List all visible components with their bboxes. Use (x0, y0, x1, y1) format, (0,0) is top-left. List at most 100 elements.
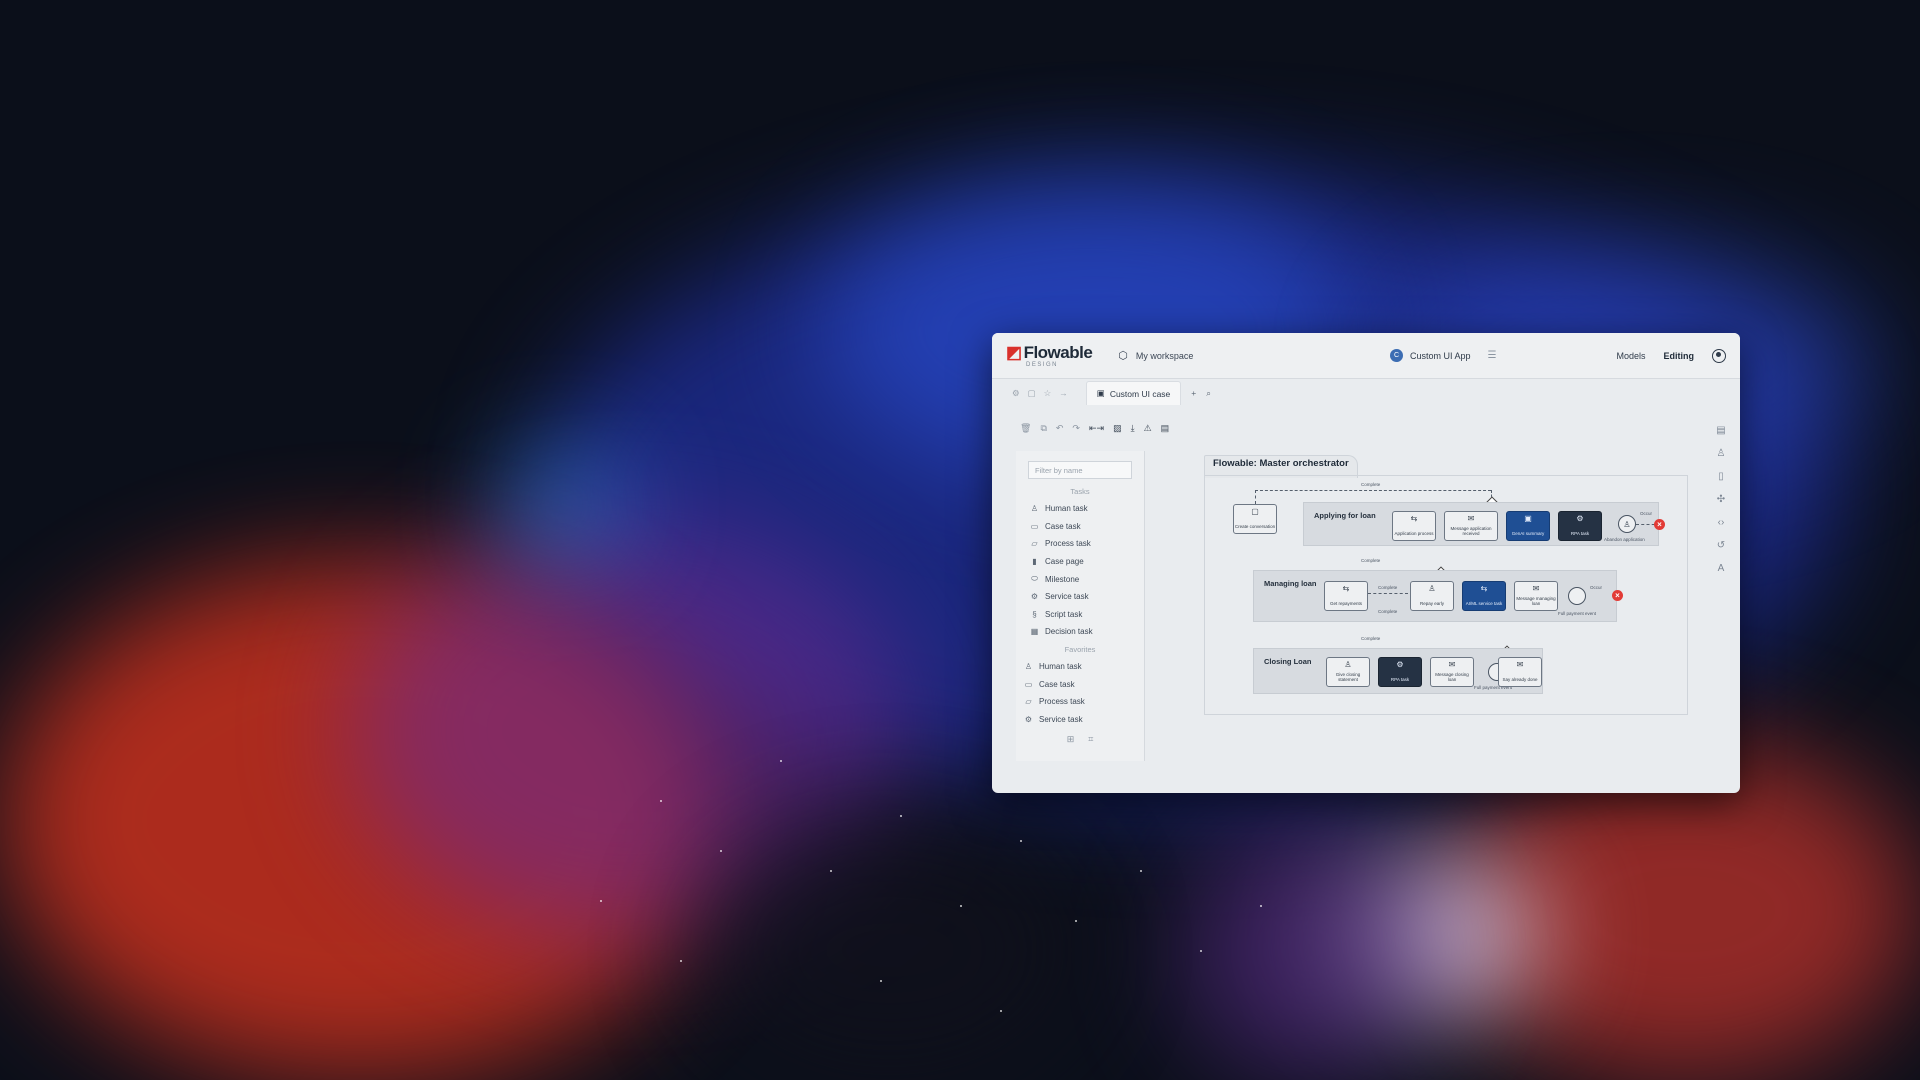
task-aiml-service-task[interactable]: ⇆ AI/ML service task (1462, 581, 1506, 611)
task-application-process[interactable]: ⇆ Application process (1392, 511, 1436, 541)
palette-item-case-page[interactable]: ▮ Case page (1016, 553, 1144, 571)
task-rpa-task-closing[interactable]: ⚙ RPA task (1378, 657, 1422, 687)
process-icon: ▱ (1025, 697, 1032, 707)
favorite-item-process-task[interactable]: ▱ Process task (1016, 693, 1144, 711)
ai-icon: ▣ (1524, 514, 1532, 523)
task-repay-early[interactable]: ♙ Repay early (1410, 581, 1454, 611)
palette-item-process-task[interactable]: ▱ Process task (1016, 535, 1144, 553)
process-icon: ⇆ (1342, 584, 1350, 593)
favorite-item-human-task[interactable]: ♙ Human task (1016, 658, 1144, 676)
person-icon: ♙ (1024, 662, 1033, 672)
favorites-list: ♙ Human task ▭ Case task ▱ Process task ⚙ Se… (1016, 658, 1144, 728)
arrow-icon[interactable]: → (1059, 388, 1068, 398)
properties-icon[interactable]: ▤ (1716, 425, 1725, 436)
tab-label: Custom UI case (1109, 388, 1171, 399)
exit-criterion-icon[interactable]: × (1612, 590, 1623, 601)
diagram-canvas[interactable]: Flowable: Master orchestrator ▢ Create c… (1204, 455, 1688, 715)
history-icon[interactable]: ↺ (1717, 540, 1725, 551)
app-selector[interactable]: C Custom UI App ☰ (1389, 349, 1497, 362)
workspace-selector[interactable]: ⬡ My workspace (1118, 349, 1193, 362)
task-genai-summary[interactable]: ▣ GenAI summary (1506, 511, 1550, 541)
properties-rail: ▤ ♙ ▯ ✣ ‹› ↺ A (1712, 425, 1730, 574)
stage-managing-loan[interactable]: Managing loan ⇆ Get repayments Complete ♙… (1253, 570, 1617, 622)
cube-icon: ⬡ (1118, 350, 1128, 362)
favorite-item-service-task[interactable]: ⚙ Service task (1016, 711, 1144, 729)
palette-item-human-task[interactable]: ♙ Human task (1016, 500, 1144, 518)
task-say-already-done[interactable]: ✉ Say already done (1498, 657, 1542, 687)
palette-item-milestone[interactable]: ⬭ Milestone (1016, 570, 1144, 588)
list-view-icon[interactable]: ⌗ (1088, 734, 1093, 745)
nav-editing[interactable]: Editing (1664, 351, 1695, 361)
warning-icon[interactable]: ⚠ (1144, 423, 1152, 434)
person-icon: ♙ (1030, 504, 1039, 514)
tab-toolbar-icons: ⚙ ▢ ☆ → (1012, 388, 1076, 399)
favorite-item-case-task[interactable]: ▭ Case task (1016, 675, 1144, 693)
add-tab-icon[interactable]: + (1191, 388, 1196, 398)
person-icon[interactable]: ♙ (1717, 448, 1726, 459)
ai-icon: ⇆ (1480, 584, 1488, 593)
nav-models[interactable]: Models (1616, 351, 1645, 361)
briefcase-icon: ▭ (1030, 521, 1039, 531)
task-get-repayments[interactable]: ⇆ Get repayments (1324, 581, 1368, 611)
event-label: Full payment event (1558, 611, 1597, 616)
event-label: Abandon application (1604, 537, 1645, 542)
json-icon[interactable]: ▤ (1161, 423, 1170, 434)
complete-label: Complete (1361, 482, 1381, 487)
connector (1255, 490, 1256, 504)
download-icon[interactable]: ⤓ (1131, 423, 1135, 434)
user-event-listener-icon[interactable]: ♙ (1618, 515, 1636, 533)
connector (1368, 593, 1408, 594)
undo-icon[interactable]: ↶ (1056, 423, 1064, 434)
palette-item-decision-task[interactable]: ▦ Decision task (1016, 623, 1144, 641)
stage-closing-loan[interactable]: Closing Loan ♙ Give closing statement ⚙ RP… (1253, 648, 1543, 694)
gear-icon[interactable]: ⚙ (1012, 388, 1020, 398)
workspace-label: My workspace (1135, 350, 1194, 361)
tasks-list: ♙ Human task ▭ Case task ▱ Process task ▮ Ca… (1016, 500, 1144, 641)
palette-item-script-task[interactable]: § Script task (1016, 606, 1144, 624)
timer-event-icon[interactable] (1568, 587, 1586, 605)
star-icon[interactable]: ☆ (1044, 388, 1052, 398)
document-icon[interactable]: ▢ (1028, 388, 1036, 398)
palette-footer: ⊞ ⌗ (1016, 734, 1144, 745)
occur-label: Occur (1640, 511, 1653, 516)
complete-label: Complete (1378, 609, 1398, 614)
table-icon: ▦ (1030, 627, 1039, 637)
palette-item-case-task[interactable]: ▭ Case task (1016, 518, 1144, 536)
palette-item-service-task[interactable]: ⚙ Service task (1016, 588, 1144, 606)
message-icon: ✉ (1467, 514, 1475, 523)
message-icon: ✉ (1516, 660, 1524, 669)
script-icon: § (1032, 609, 1037, 619)
task-message-managing-loan[interactable]: ✉ Message managing loan (1514, 581, 1558, 611)
robot-icon: ⚙ (1396, 660, 1404, 669)
create-conversation-task[interactable]: ▢ Create conversation (1233, 504, 1277, 534)
task-give-closing-statement[interactable]: ♙ Give closing statement (1326, 657, 1370, 687)
document-icon[interactable]: ▯ (1718, 471, 1724, 482)
redo-icon[interactable]: ↷ (1072, 423, 1080, 434)
text-icon[interactable]: A (1718, 563, 1725, 574)
flowable-logo[interactable]: ◩ Flowable DESIGN (1006, 344, 1093, 368)
image-icon[interactable]: ▨ (1113, 423, 1122, 434)
copy-icon[interactable]: ⧉ (1040, 423, 1046, 434)
puzzle-icon[interactable]: ✣ (1717, 494, 1725, 505)
complete-label: Complete (1361, 636, 1381, 641)
delete-icon[interactable]: 🗑 (1020, 423, 1031, 434)
user-account-icon[interactable] (1712, 348, 1726, 363)
connector (1255, 490, 1491, 491)
task-rpa-task[interactable]: ⚙ RPA task (1558, 511, 1602, 541)
fit-width-icon[interactable]: ⇤⇥ (1089, 423, 1104, 434)
task-message-application-received[interactable]: ✉ Message application received (1444, 511, 1498, 541)
process-icon: ⇆ (1410, 514, 1418, 523)
milestone-icon: ⬭ (1031, 574, 1038, 584)
filter-input[interactable]: Filter by name (1028, 461, 1132, 479)
task-message-closing-loan[interactable]: ✉ Message closing loan (1430, 657, 1474, 687)
tasks-section-header: Tasks (1070, 487, 1090, 496)
menu-icon[interactable]: ☰ (1488, 350, 1497, 361)
top-navigation-bar: ◩ Flowable DESIGN ⬡ My workspace C Custom… (992, 333, 1740, 379)
exit-criterion-icon[interactable]: × (1654, 519, 1665, 530)
code-icon[interactable]: ‹› (1718, 517, 1725, 528)
search-icon[interactable]: ⌕ (1206, 388, 1211, 399)
stage-applying-for-loan[interactable]: Applying for loan ⇆ Application process ✉… (1303, 502, 1660, 546)
gear-icon: ⚙ (1024, 714, 1033, 724)
grid-view-icon[interactable]: ⊞ (1067, 734, 1075, 745)
tab-custom-ui-case[interactable]: ▣ Custom UI case (1085, 381, 1182, 405)
